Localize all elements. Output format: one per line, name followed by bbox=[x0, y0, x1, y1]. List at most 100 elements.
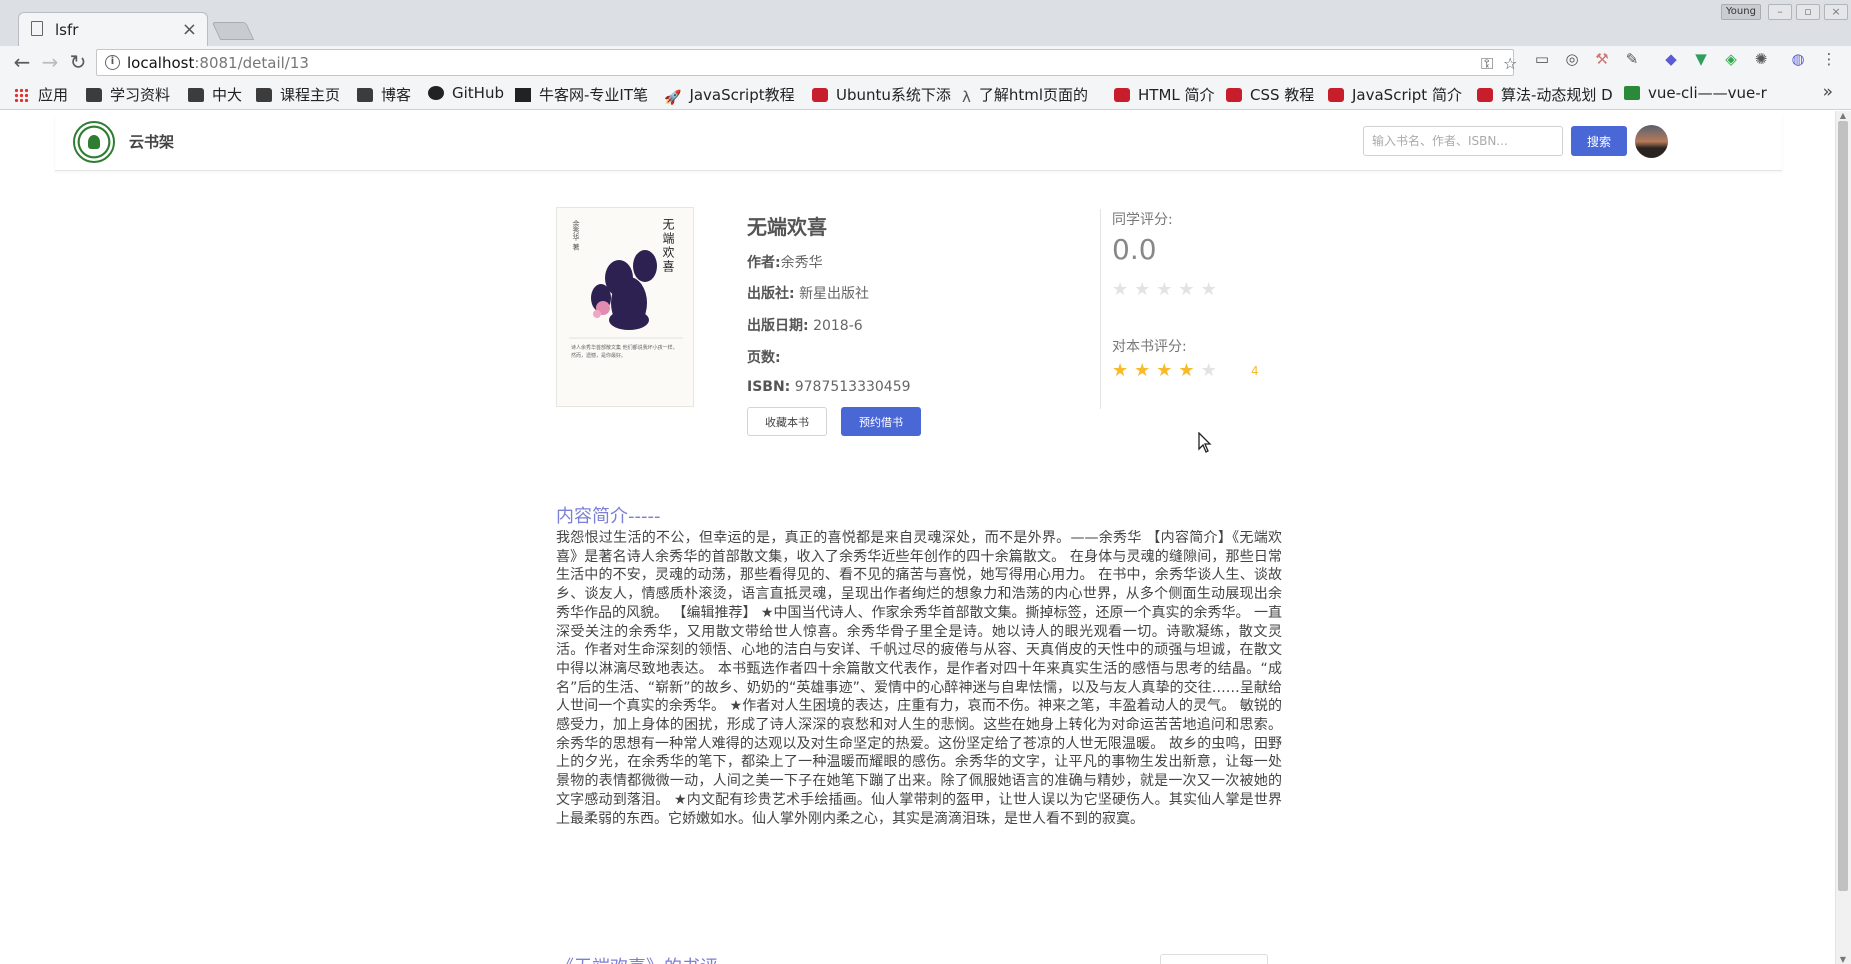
csdn-icon bbox=[812, 88, 828, 102]
profile-button[interactable]: Young bbox=[1721, 4, 1761, 20]
bookmark-html-intro[interactable]: HTML 简介 bbox=[1114, 84, 1215, 104]
bookmarks-overflow-icon[interactable]: » bbox=[1823, 82, 1833, 102]
my-rating-label: 对本书评分: bbox=[1112, 339, 1187, 355]
key-icon[interactable]: ⚿ bbox=[1481, 54, 1493, 74]
extension-icon[interactable]: ⚒ bbox=[1593, 50, 1611, 68]
address-bar[interactable]: i localhost:8081/detail/13 ⚿ ☆ bbox=[96, 49, 1517, 76]
favorite-button[interactable]: 收藏本书 bbox=[747, 407, 827, 436]
search-button[interactable]: 搜索 bbox=[1571, 126, 1627, 156]
classmates-rating-stars: ★★★★★ bbox=[1112, 279, 1223, 300]
star-icon: ★ bbox=[1200, 279, 1223, 300]
info-icon[interactable]: i bbox=[105, 55, 120, 70]
runoob-icon bbox=[1328, 88, 1344, 102]
star-icon[interactable]: ★ bbox=[1134, 360, 1156, 381]
rocket-icon: 🚀 bbox=[664, 90, 682, 106]
book-pages: 页数: bbox=[747, 350, 781, 366]
my-rating-value: 4 bbox=[1251, 364, 1259, 378]
bookmark-nowcoder[interactable]: 牛客网-专业IT笔 bbox=[515, 84, 648, 104]
extension-icon[interactable]: ◎ bbox=[1563, 50, 1581, 68]
book-publish-date: 出版日期: 2018-6 bbox=[747, 318, 863, 334]
book-title: 无端欢喜 bbox=[747, 215, 827, 239]
bookmark-apps[interactable]: 应用 bbox=[14, 84, 68, 104]
my-rating-stars[interactable]: ★★★★★ bbox=[1112, 360, 1223, 381]
rating-divider bbox=[1100, 209, 1101, 409]
bookmark-js-intro[interactable]: JavaScript 简介 bbox=[1328, 84, 1462, 104]
borrow-button[interactable]: 预约借书 bbox=[841, 407, 921, 436]
extension-icon[interactable]: ◍ bbox=[1789, 50, 1807, 68]
site-header: 云书架 搜索 bbox=[55, 113, 1782, 171]
cover-title: 无端欢喜 bbox=[661, 218, 675, 274]
tab-title: lsfr bbox=[55, 21, 79, 39]
runoob-icon bbox=[1114, 88, 1130, 102]
folder-icon bbox=[188, 88, 204, 102]
bookmark-folder[interactable]: 中大 bbox=[188, 84, 242, 104]
back-icon[interactable]: ← bbox=[10, 50, 34, 74]
extension-icon[interactable]: ✎ bbox=[1623, 50, 1641, 68]
search-input[interactable] bbox=[1363, 126, 1563, 156]
classmates-rating-label: 同学评分: bbox=[1112, 212, 1173, 228]
shield-icon[interactable]: ◈ bbox=[1722, 50, 1740, 68]
site-name[interactable]: 云书架 bbox=[129, 131, 174, 152]
folder-icon bbox=[86, 88, 102, 102]
reload-icon[interactable]: ↻ bbox=[66, 50, 90, 74]
folder-icon bbox=[256, 88, 272, 102]
cover-author: 余秀华 著 bbox=[572, 220, 580, 251]
csdn-icon bbox=[1477, 88, 1493, 102]
bookmark-folder[interactable]: 课程主页 bbox=[256, 84, 340, 104]
bookmark-star-icon[interactable]: ☆ bbox=[1503, 54, 1517, 73]
extension-icon[interactable]: ◆ bbox=[1662, 50, 1680, 68]
browser-tab[interactable]: lsfr × bbox=[18, 12, 208, 46]
star-icon: ★ bbox=[1178, 279, 1201, 300]
bookmarks-bar: 应用 学习资料 中大 课程主页 博客 GitHub 牛客网-专业IT笔 🚀 Jav… bbox=[0, 78, 1851, 110]
minimize-button[interactable]: – bbox=[1768, 4, 1792, 20]
book-isbn: ISBN: 9787513330459 bbox=[747, 379, 911, 395]
extension-icon[interactable]: ✺ bbox=[1752, 50, 1770, 68]
scroll-down-icon[interactable]: ▼ bbox=[1838, 955, 1848, 964]
bookmark-html-page[interactable]: λ 了解html页面的 bbox=[962, 84, 1088, 106]
bookmark-algorithm[interactable]: 算法-动态规划 D bbox=[1477, 84, 1613, 104]
browser-tabbar: lsfr × Young – ▫ × bbox=[0, 0, 1851, 46]
bookmark-folder[interactable]: 博客 bbox=[357, 84, 411, 104]
bookmark-ubuntu[interactable]: Ubuntu系统下添 bbox=[812, 84, 951, 104]
new-tab-button[interactable] bbox=[211, 22, 255, 40]
avatar[interactable] bbox=[1635, 125, 1668, 158]
scrollbar[interactable]: ▲ ▼ bbox=[1835, 111, 1851, 964]
cover-subtitle: 诗人余秀华首部散文集 他们都说我坏小孩一样，然而，遗憾，是你最好。 bbox=[571, 345, 678, 359]
menu-icon[interactable]: ⋮ bbox=[1820, 50, 1838, 68]
nowcoder-icon bbox=[515, 88, 531, 102]
star-icon[interactable]: ★ bbox=[1112, 360, 1134, 381]
url-text[interactable]: localhost:8081/detail/13 bbox=[127, 54, 309, 72]
lambda-icon: λ bbox=[962, 88, 971, 106]
cast-icon[interactable]: ▭ bbox=[1533, 50, 1551, 68]
bookmark-css[interactable]: CSS 教程 bbox=[1226, 84, 1314, 104]
forward-icon[interactable]: → bbox=[38, 50, 62, 74]
page-icon bbox=[31, 21, 43, 36]
star-icon[interactable]: ★ bbox=[1201, 360, 1223, 381]
book-author: 作者:余秀华 bbox=[747, 255, 823, 271]
maximize-button[interactable]: ▫ bbox=[1796, 4, 1820, 20]
book-publisher: 出版社: 新星出版社 bbox=[747, 286, 870, 302]
scroll-up-icon[interactable]: ▲ bbox=[1838, 111, 1848, 120]
book-cover: 无端欢喜 余秀华 著 诗人余秀华首部散文集 他们都说我坏小孩一样，然而，遗憾，是… bbox=[556, 207, 694, 407]
bookmark-vue-cli[interactable]: vue-cli——vue-r bbox=[1624, 84, 1767, 104]
scrollbar-thumb[interactable] bbox=[1838, 121, 1848, 891]
write-review-button[interactable] bbox=[1160, 954, 1268, 964]
star-icon[interactable]: ★ bbox=[1156, 360, 1178, 381]
star-icon: ★ bbox=[1134, 279, 1157, 300]
site-logo[interactable] bbox=[73, 121, 115, 163]
star-icon[interactable]: ★ bbox=[1178, 360, 1200, 381]
intro-heading: 内容简介----- bbox=[556, 506, 661, 527]
runoob-icon bbox=[1226, 88, 1242, 102]
sf-icon bbox=[1624, 86, 1640, 100]
bookmark-javascript[interactable]: 🚀 JavaScript教程 bbox=[664, 84, 795, 106]
mouse-cursor-icon bbox=[1198, 432, 1212, 453]
bookmark-folder[interactable]: 学习资料 bbox=[86, 84, 170, 104]
star-icon: ★ bbox=[1156, 279, 1179, 300]
close-window-button[interactable]: × bbox=[1824, 4, 1848, 20]
bookmark-github[interactable]: GitHub bbox=[428, 84, 504, 104]
vue-devtools-icon[interactable]: ▼ bbox=[1692, 50, 1710, 68]
apps-icon bbox=[14, 88, 30, 102]
folder-icon bbox=[357, 88, 373, 102]
tab-close-icon[interactable]: × bbox=[182, 19, 197, 40]
intro-body: 我怨恨过生活的不公，但幸运的是，真正的喜悦都是来自灵魂深处，而不是外界。——余秀… bbox=[556, 530, 1282, 827]
